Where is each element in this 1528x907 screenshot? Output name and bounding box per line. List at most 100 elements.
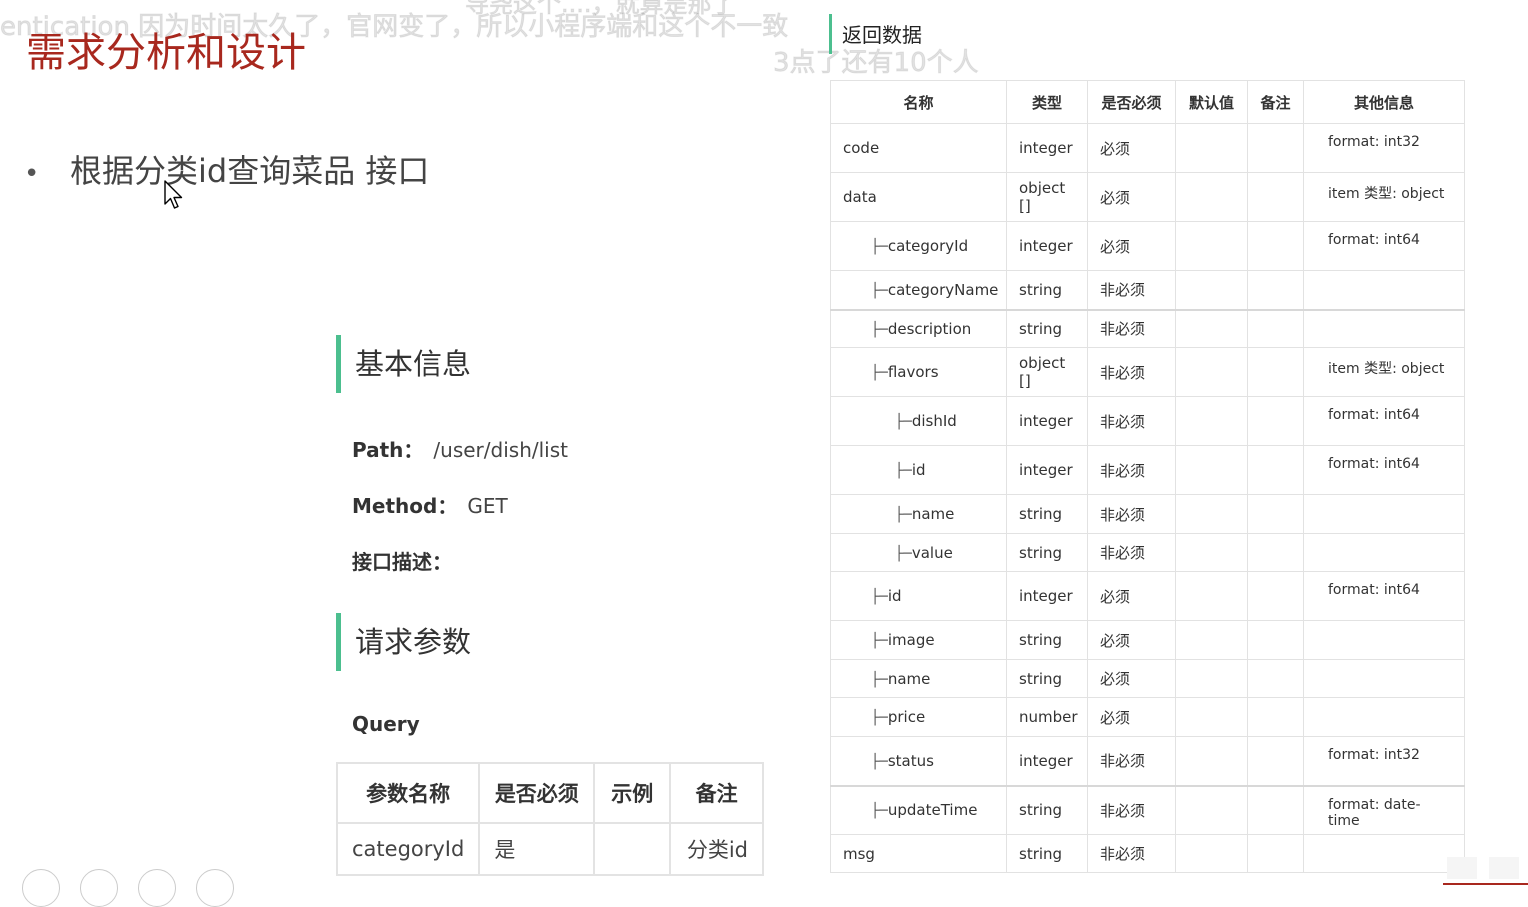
field-name: name xyxy=(887,669,931,688)
bullet-text: 根据分类id查询菜品 接口 xyxy=(70,152,430,190)
field-type-cell: string xyxy=(1006,785,1088,835)
field-required-cell: 非必须 xyxy=(1087,785,1176,835)
query-cell: 是 xyxy=(478,822,596,876)
method-label: Method： xyxy=(352,494,458,518)
field-name-cell: ├─id xyxy=(830,571,1007,621)
field-note-cell xyxy=(1247,123,1304,173)
field-note-cell xyxy=(1247,270,1304,311)
field-name: id xyxy=(911,461,926,479)
table-row: ├─updateTime string 非必须 format: date-time xyxy=(830,785,1465,835)
field-other-cell: format: int32 xyxy=(1303,123,1465,173)
field-required-cell: 非必须 xyxy=(1087,834,1176,873)
tree-branch-icon: ├─ xyxy=(871,589,888,605)
field-default-cell xyxy=(1175,396,1248,446)
field-type-cell: string xyxy=(1006,659,1088,698)
field-note-cell xyxy=(1247,533,1304,572)
field-type-cell: object [] xyxy=(1006,347,1088,397)
section-heading-basic-info: 基本信息 xyxy=(336,335,471,393)
field-name-cell: code xyxy=(830,123,1007,173)
pager-button[interactable] xyxy=(196,869,234,907)
field-required-cell: 必须 xyxy=(1087,620,1176,660)
pager-button[interactable] xyxy=(138,869,176,907)
path-value: /user/dish/list xyxy=(433,438,568,462)
table-row: ├─name string 非必须 xyxy=(830,494,1465,534)
tree-branch-icon: ├─ xyxy=(895,414,912,430)
response-fields-table: 名称 类型 是否必须 默认值 备注 其他信息 code integer 必须 form… xyxy=(830,80,1465,873)
field-note-cell xyxy=(1247,172,1304,222)
field-name-cell: data xyxy=(830,172,1007,222)
field-default-cell xyxy=(1175,533,1248,572)
query-col-header: 备注 xyxy=(669,762,764,824)
field-note-cell xyxy=(1247,309,1304,348)
method-value: GET xyxy=(467,494,508,518)
field-type-cell: string xyxy=(1006,309,1088,348)
field-default-cell xyxy=(1175,494,1248,534)
field-type-cell: number xyxy=(1006,697,1088,737)
description-info: 接口描述： xyxy=(352,546,452,575)
field-type-cell: string xyxy=(1006,494,1088,534)
field-other-cell xyxy=(1303,697,1465,737)
field-other-cell: format: int32 xyxy=(1303,736,1465,787)
table-row: categoryId 是 分类id xyxy=(335,822,764,876)
query-cell xyxy=(593,822,672,876)
query-cell: 分类id xyxy=(669,822,764,876)
field-name-cell: ├─updateTime xyxy=(830,785,1007,835)
field-default-cell xyxy=(1175,834,1248,873)
table-row: ├─description string 非必须 xyxy=(830,309,1465,348)
tree-branch-icon: ├─ xyxy=(871,282,888,299)
field-name-cell: msg xyxy=(830,834,1007,873)
field-other-cell: format: int64 xyxy=(1303,221,1465,271)
field-type-cell: string xyxy=(1006,834,1088,873)
field-other-cell xyxy=(1303,494,1465,534)
tree-branch-icon: ├─ xyxy=(871,710,888,726)
table-row: data object [] 必须 item 类型: object xyxy=(830,172,1465,222)
tree-branch-icon: ├─ xyxy=(871,365,888,381)
field-required-cell: 非必须 xyxy=(1087,445,1176,495)
field-name: categoryId xyxy=(887,237,969,255)
query-label: Query xyxy=(352,712,420,736)
field-required-cell: 必须 xyxy=(1087,571,1176,621)
field-default-cell xyxy=(1175,736,1248,787)
bullet-dot-icon: • xyxy=(24,159,40,189)
field-default-cell xyxy=(1175,347,1248,397)
field-name-cell: ├─id xyxy=(830,445,1007,495)
field-note-cell xyxy=(1247,396,1304,446)
field-type-cell: object [] xyxy=(1006,172,1088,222)
field-name: dishId xyxy=(911,412,957,430)
field-name-cell: ├─name xyxy=(830,494,1007,534)
field-other-cell: format: int64 xyxy=(1303,571,1465,621)
response-col-header: 名称 xyxy=(830,80,1007,124)
table-row: ├─categoryId integer 必须 format: int64 xyxy=(830,221,1465,271)
query-cell: categoryId xyxy=(335,822,481,876)
field-default-cell xyxy=(1175,270,1248,311)
field-name: name xyxy=(911,505,955,523)
response-col-header: 类型 xyxy=(1006,80,1088,124)
response-col-header: 其他信息 xyxy=(1303,80,1465,124)
field-type-cell: integer xyxy=(1006,221,1088,271)
field-name-cell: ├─name xyxy=(830,659,1007,698)
field-required-cell: 必须 xyxy=(1087,123,1176,173)
field-name-cell: ├─categoryName xyxy=(830,270,1007,311)
field-default-cell xyxy=(1175,571,1248,621)
tree-branch-icon: ├─ xyxy=(871,803,888,820)
pager-button[interactable] xyxy=(80,869,118,907)
mouse-pointer-icon xyxy=(164,180,183,209)
pager-button[interactable] xyxy=(22,869,60,907)
field-required-cell: 非必须 xyxy=(1087,309,1176,348)
field-default-cell xyxy=(1175,123,1248,173)
tree-branch-icon: ├─ xyxy=(871,321,888,338)
field-note-cell xyxy=(1247,785,1304,835)
table-row: ├─image string 必须 xyxy=(830,620,1465,660)
field-type-cell: integer xyxy=(1006,396,1088,446)
field-note-cell xyxy=(1247,347,1304,397)
field-note-cell xyxy=(1247,736,1304,787)
field-name-cell: ├─value xyxy=(830,533,1007,572)
field-default-cell xyxy=(1175,620,1248,660)
tree-branch-icon: ├─ xyxy=(871,633,888,649)
field-other-cell: item 类型: object xyxy=(1303,347,1465,397)
field-name: price xyxy=(887,708,926,726)
field-note-cell xyxy=(1247,221,1304,271)
field-name-cell: ├─dishId xyxy=(830,396,1007,446)
field-other-cell xyxy=(1303,309,1465,348)
table-row: ├─dishId integer 非必须 format: int64 xyxy=(830,396,1465,446)
